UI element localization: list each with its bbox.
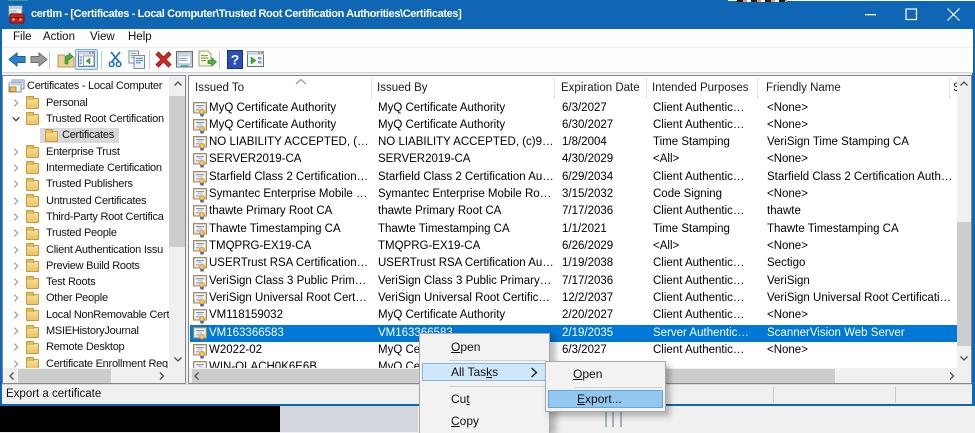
svg-text:?: ? bbox=[231, 52, 240, 68]
